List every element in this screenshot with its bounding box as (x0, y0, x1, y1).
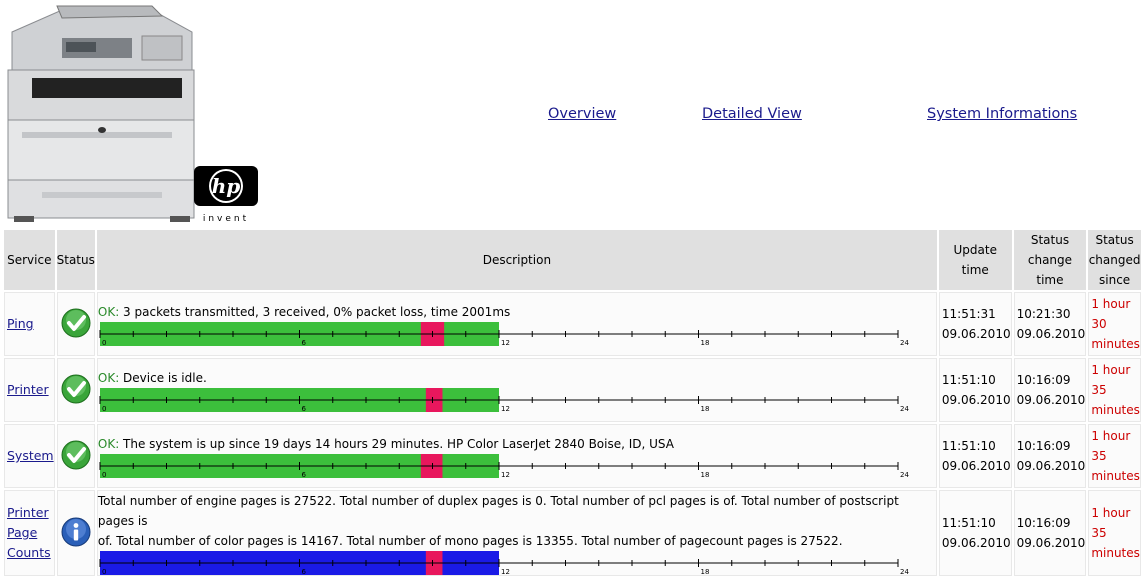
timeline-tick-label: 24 (900, 568, 909, 575)
ok-check-icon (61, 440, 91, 469)
nav-system-informations-link[interactable]: System Informations (927, 106, 1077, 122)
services-table: Service Status Description Update time St… (2, 228, 1143, 578)
timeline-tick-label: 18 (700, 568, 709, 575)
update-time-cell: 11:51:31 09.06.2010 (938, 292, 1012, 356)
timeline-tick-label: 18 (700, 339, 709, 346)
description-cell: OK: Device is idle. 0 6 12 18 24 (96, 358, 937, 422)
header-service: Service (4, 230, 55, 290)
service-link-ping[interactable]: Ping (5, 314, 54, 334)
table-row: Ping OK: 3 packets transmitted, 3 receiv… (4, 292, 1141, 356)
description-text: The system is up since 19 days 14 hours … (119, 437, 674, 451)
hp-logo: hp invent (194, 166, 258, 224)
timeline-tick-label: 24 (900, 471, 909, 478)
description-cell: OK: 3 packets transmitted, 3 received, 0… (96, 292, 937, 356)
service-link-printer-page-counts[interactable]: Printer Page Counts (5, 503, 54, 563)
timeline-tick-label: 0 (102, 471, 106, 478)
timeline-tick-label: 24 (900, 405, 909, 412)
status-timeline-bar: 0 6 12 18 24 (99, 322, 909, 346)
timeline-tick-label: 0 (102, 339, 106, 346)
table-header-row: Service Status Description Update time St… (4, 230, 1141, 290)
timeline-tick-label: 0 (102, 405, 106, 412)
description-cell: OK: The system is up since 19 days 14 ho… (96, 424, 937, 488)
timeline-tick-label: 12 (501, 339, 510, 346)
service-link-system[interactable]: System (5, 446, 54, 466)
header: hp invent Overview Detailed View System … (0, 0, 1144, 228)
timeline-tick-label: 18 (700, 405, 709, 412)
change-time-cell: 10:16:09 09.06.2010 (1013, 424, 1087, 488)
header-status-changed-since: Status changed since (1088, 230, 1141, 290)
table-row: Printer Page Counts Total number of engine… (4, 490, 1141, 576)
timeline-tick-label: 24 (900, 339, 909, 346)
changed-since-cell: 1 hour 35 minutes (1088, 424, 1141, 488)
header-description: Description (96, 230, 937, 290)
description-text-line-1: Total number of engine pages is 27522. T… (97, 494, 899, 528)
status-cell (56, 424, 95, 488)
description-text-line-2: of. Total number of color pages is 14167… (97, 534, 843, 548)
status-timeline-bar: 0 6 12 18 24 (99, 388, 909, 412)
description-cell: Total number of engine pages is 27522. T… (96, 490, 937, 576)
header-status-change-time: Status change time (1013, 230, 1087, 290)
update-time-cell: 11:51:10 09.06.2010 (938, 358, 1012, 422)
timeline-tick-label: 12 (501, 471, 510, 478)
svg-text:hp: hp (212, 174, 241, 198)
nav-overview-link[interactable]: Overview (548, 106, 616, 122)
logo-invent-text: invent (203, 214, 249, 224)
change-time-cell: 10:21:30 09.06.2010 (1013, 292, 1087, 356)
timeline-tick-label: 0 (102, 568, 106, 575)
ok-label: OK: (97, 437, 120, 451)
changed-since-cell: 1 hour 35 minutes (1088, 490, 1141, 576)
status-timeline-bar: 0 6 12 18 24 (99, 454, 909, 478)
changed-since-cell: 1 hour 35 minutes (1088, 358, 1141, 422)
ok-label: OK: (97, 305, 120, 319)
status-cell (56, 292, 95, 356)
status-timeline-bar: 0 6 12 18 24 (99, 551, 909, 575)
printer-image (7, 5, 195, 222)
table-row: Printer OK: Device is idle. 0 6 12 18 24 11:… (4, 358, 1141, 422)
timeline-tick-label: 6 (301, 568, 306, 575)
timeline-tick-label: 12 (501, 568, 510, 575)
changed-since-cell: 1 hour 30 minutes (1088, 292, 1141, 356)
timeline-tick-label: 12 (501, 405, 510, 412)
timeline-tick-label: 18 (700, 471, 709, 478)
timeline-tick-label: 6 (301, 471, 306, 478)
change-time-cell: 10:16:09 09.06.2010 (1013, 490, 1087, 576)
header-update-time: Update time (938, 230, 1012, 290)
info-icon (61, 517, 91, 546)
description-text: Device is idle. (119, 371, 207, 385)
status-cell (56, 490, 95, 576)
status-cell (56, 358, 95, 422)
table-row: System OK: The system is up since 19 day… (4, 424, 1141, 488)
nav-detailed-view-link[interactable]: Detailed View (702, 106, 802, 122)
update-time-cell: 11:51:10 09.06.2010 (938, 424, 1012, 488)
timeline-tick-label: 6 (301, 405, 306, 412)
timeline-tick-label: 6 (301, 339, 306, 346)
ok-label: OK: (97, 371, 120, 385)
description-text: 3 packets transmitted, 3 received, 0% pa… (119, 305, 511, 319)
header-status: Status (56, 230, 95, 290)
ok-check-icon (61, 308, 91, 337)
service-link-printer[interactable]: Printer (5, 380, 54, 400)
ok-check-icon (61, 374, 91, 403)
change-time-cell: 10:16:09 09.06.2010 (1013, 358, 1087, 422)
update-time-cell: 11:51:10 09.06.2010 (938, 490, 1012, 576)
